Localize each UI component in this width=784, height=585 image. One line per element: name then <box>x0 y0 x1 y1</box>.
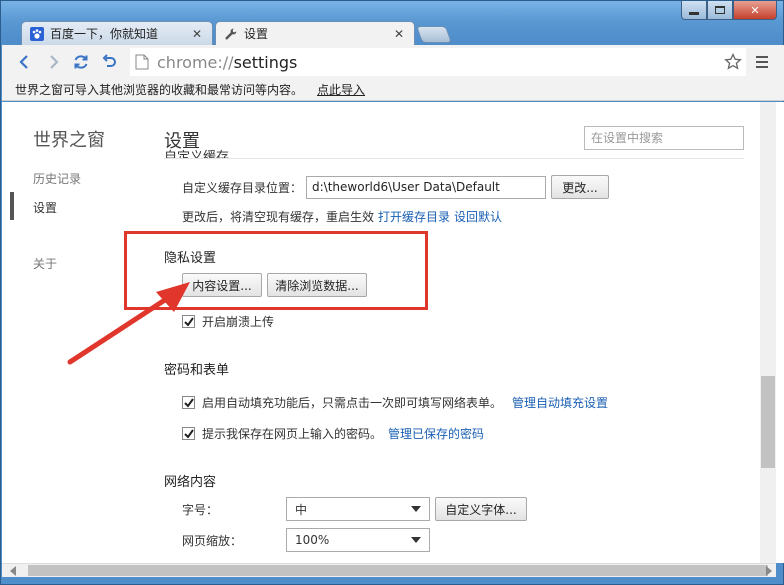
reload-button[interactable] <box>68 49 94 75</box>
horizontal-scrollbar[interactable] <box>2 563 776 577</box>
page-icon <box>135 54 149 70</box>
menu-icon <box>756 56 768 58</box>
tab-strip: 百度一下，你就知道 ✕ 设置 ✕ <box>15 21 475 45</box>
sidebar-item-settings[interactable]: 设置 <box>33 199 57 216</box>
address-bar[interactable]: chrome://settings <box>130 48 746 76</box>
manage-passwords-link[interactable]: 管理已保存的密码 <box>388 425 484 442</box>
scroll-right-icon[interactable] <box>766 566 772 576</box>
change-cache-button[interactable]: 更改... <box>551 175 610 199</box>
import-infobar: 世界之窗可导入其他浏览器的收藏和最常访问等内容。 点此导入 <box>2 79 784 101</box>
tab-title: 设置 <box>244 27 269 41</box>
cache-path-row: 自定义缓存目录位置： 更改... <box>182 175 610 199</box>
reset-cache-link[interactable]: 设回默认 <box>454 208 502 225</box>
minimize-icon <box>689 11 699 15</box>
scroll-left-icon[interactable] <box>10 566 16 576</box>
settings-main: 设置 自定义缓存 自定义缓存目录位置： 更改... 更改后，将清空现有缓存，重启… <box>164 102 754 563</box>
vertical-scroll-thumb[interactable] <box>761 376 775 468</box>
page-zoom-value: 100% <box>295 533 330 547</box>
tab-title: 百度一下，你就知道 <box>50 27 159 41</box>
settings-page: 世界之窗 历史记录 设置 关于 设置 自定义缓存 自定义缓存目录位置： 更改..… <box>2 102 784 563</box>
wrench-icon <box>224 27 238 41</box>
cache-section-title: 自定义缓存 <box>164 150 230 158</box>
settings-search-input[interactable] <box>584 126 744 150</box>
arrow-right-icon <box>50 55 59 69</box>
import-link[interactable]: 点此导入 <box>317 81 365 98</box>
tab-baidu[interactable]: 百度一下，你就知道 ✕ <box>21 21 213 45</box>
sidebar-brand: 世界之窗 <box>33 130 105 151</box>
sidebar-item-about[interactable]: 关于 <box>33 255 57 272</box>
checkmark-icon <box>183 397 194 408</box>
autofill-row: 启用自动填充功能后，只需点击一次即可填写网络表单。 管理自动填充设置 <box>182 394 608 411</box>
back-button[interactable] <box>12 49 38 75</box>
minimize-button[interactable] <box>681 1 707 20</box>
browser-window: ✕ 百度一下，你就知道 ✕ 设置 ✕ chrome://settings 世界之… <box>0 0 784 585</box>
bookmark-star-icon[interactable] <box>724 53 742 71</box>
autofill-checkbox[interactable] <box>182 396 195 409</box>
baidu-paw-icon <box>30 26 44 41</box>
page-zoom-select[interactable]: 100% <box>286 528 430 552</box>
autofill-label: 启用自动填充功能后，只需点击一次即可填写网络表单。 <box>202 396 503 410</box>
cache-path-label: 自定义缓存目录位置： <box>182 180 303 195</box>
sidebar-item-history[interactable]: 历史记录 <box>33 170 81 187</box>
maximize-button[interactable] <box>707 1 733 20</box>
open-cache-link[interactable]: 打开缓存目录 <box>378 208 450 225</box>
manage-autofill-link[interactable]: 管理自动填充设置 <box>512 394 608 411</box>
cache-path-input[interactable] <box>306 175 547 199</box>
tab-settings[interactable]: 设置 ✕ <box>215 21 415 45</box>
font-size-label: 字号： <box>182 502 219 517</box>
horizontal-scroll-thumb[interactable] <box>28 565 768 576</box>
url-text: chrome://settings <box>157 52 298 72</box>
cache-note: 更改后，将清空现有缓存，重启生效 <box>182 210 375 224</box>
forward-button[interactable] <box>40 49 66 75</box>
crash-upload-label: 开启崩溃上传 <box>202 315 275 329</box>
annotation-arrow-icon <box>67 282 190 365</box>
cache-note-row: 更改后，将清空现有缓存，重启生效 打开缓存目录 设回默认 <box>182 208 502 225</box>
font-size-value: 中 <box>295 502 308 517</box>
font-size-select[interactable]: 中 <box>286 497 430 521</box>
custom-fonts-button[interactable]: 自定义字体... <box>435 497 527 521</box>
arrow-left-icon <box>19 55 28 69</box>
page-zoom-row: 网页缩放： 100% <box>182 528 430 552</box>
vertical-scrollbar[interactable] <box>760 102 776 563</box>
save-password-label: 提示我保存在网页上输入的密码。 <box>202 427 383 441</box>
web-content-section-title: 网络内容 <box>164 475 217 490</box>
dropdown-arrow-icon <box>411 537 421 543</box>
window-controls: ✕ <box>681 1 777 21</box>
reload-icon <box>74 55 88 69</box>
dropdown-arrow-icon <box>411 506 421 512</box>
undo-icon <box>102 54 116 67</box>
sidebar-selection-marker <box>10 192 14 220</box>
undo-button[interactable] <box>96 49 122 75</box>
toolbar: chrome://settings <box>2 45 784 79</box>
tab-close-icon[interactable]: ✕ <box>190 27 204 41</box>
maximize-icon <box>715 6 725 14</box>
infobar-message: 世界之窗可导入其他浏览器的收藏和最常访问等内容。 <box>15 83 304 97</box>
save-password-row: 提示我保存在网页上输入的密码。 管理已保存的密码 <box>182 425 484 442</box>
page-zoom-label: 网页缩放： <box>182 533 243 548</box>
new-tab-button[interactable] <box>415 26 453 43</box>
save-password-checkbox[interactable] <box>182 427 195 440</box>
close-window-button[interactable]: ✕ <box>733 1 777 20</box>
menu-button[interactable] <box>752 53 772 71</box>
close-icon: ✕ <box>750 3 760 17</box>
tab-close-icon[interactable]: ✕ <box>392 27 406 41</box>
checkmark-icon <box>183 428 194 439</box>
font-size-row: 字号： 中 自定义字体... <box>182 497 527 521</box>
header-divider <box>164 158 744 159</box>
